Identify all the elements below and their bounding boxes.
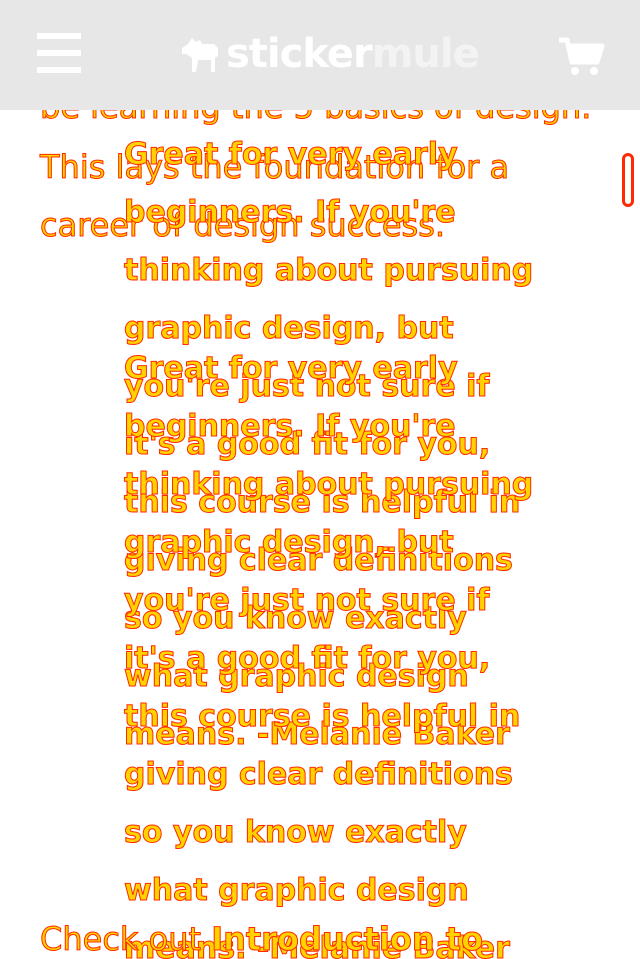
stickermule-logo[interactable]: sticker mule (178, 29, 480, 79)
scrollbar-thumb[interactable] (622, 153, 634, 207)
logo-text-strong: sticker (226, 31, 373, 77)
checkout-prefix: Check out (39, 920, 212, 959)
shopping-cart-icon[interactable] (557, 36, 605, 78)
top-header: sticker mule (0, 0, 640, 110)
checkout-text: Check out Introduction to (39, 910, 484, 959)
course-link[interactable]: Introduction to (211, 920, 484, 959)
mule-logo-icon (182, 38, 218, 72)
logo-text-light: mule (371, 31, 480, 77)
testimonial-quote-duplicate: Great for very early beginners. If you'r… (124, 351, 534, 959)
page: be learning the 5 basics of design. This… (0, 0, 640, 959)
hamburger-menu-icon[interactable] (37, 33, 81, 73)
